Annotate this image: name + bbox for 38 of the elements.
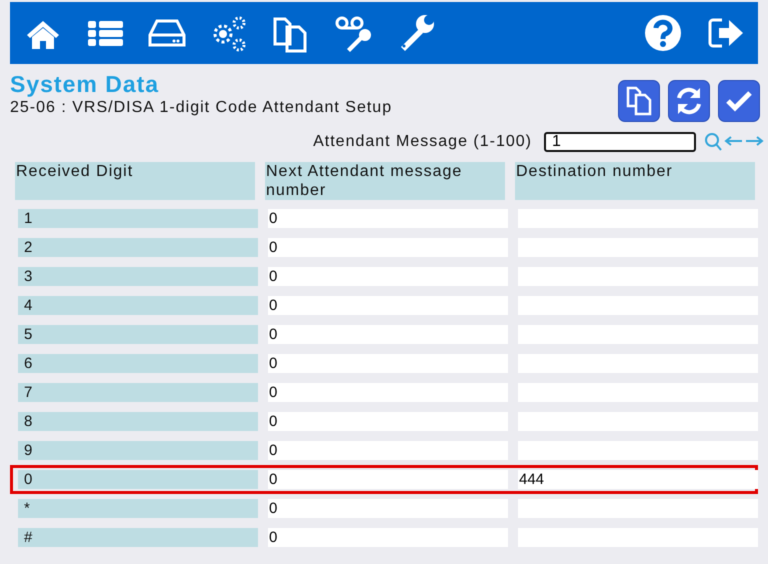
digit-cell: *: [18, 499, 258, 518]
digit-cell: 5: [18, 325, 258, 344]
next-message-field[interactable]: 0: [268, 383, 508, 402]
copy-button[interactable]: [618, 80, 660, 122]
digit-cell: 3: [18, 267, 258, 286]
page-subtitle: 25-06 : VRS/DISA 1-digit Code Attendant Setup: [10, 98, 392, 118]
next-message-field[interactable]: 0: [268, 528, 508, 547]
column-header: Destination number: [515, 162, 755, 200]
refresh-button[interactable]: [668, 80, 710, 122]
next-message-field[interactable]: 0: [268, 267, 508, 286]
digit-cell: 7: [18, 383, 258, 402]
next-message-field[interactable]: 0: [268, 296, 508, 315]
right-arrow-icon[interactable]: [745, 136, 764, 146]
next-message-field[interactable]: 0: [268, 499, 508, 518]
destination-field[interactable]: 444: [518, 470, 758, 489]
search-icon[interactable]: [705, 133, 722, 151]
digit-cell: 1: [18, 209, 258, 228]
next-message-field[interactable]: 0: [268, 325, 508, 344]
next-message-field[interactable]: 0: [268, 209, 508, 228]
digit-cell: 9: [18, 441, 258, 460]
column-header: Received Digit: [15, 162, 255, 200]
digit-cell: 4: [18, 296, 258, 315]
attendant-message-field[interactable]: 1: [544, 132, 696, 152]
page-title: System Data: [10, 70, 160, 98]
next-message-field[interactable]: 0: [268, 441, 508, 460]
digit-cell: 0: [18, 470, 258, 489]
next-message-field[interactable]: 0: [268, 470, 508, 489]
digit-cell: 6: [18, 354, 258, 373]
left-arrow-icon[interactable]: [724, 136, 743, 146]
digit-cell: 8: [18, 412, 258, 431]
field-label: Attendant Message (1-100): [313, 132, 532, 152]
next-message-field[interactable]: 0: [268, 412, 508, 431]
next-message-field[interactable]: 0: [268, 238, 508, 257]
digit-cell: #: [18, 528, 258, 547]
column-header: Next Attendant message number: [265, 162, 505, 200]
digit-cell: 2: [18, 238, 258, 257]
apply-button[interactable]: [718, 80, 760, 122]
next-message-field[interactable]: 0: [268, 354, 508, 373]
